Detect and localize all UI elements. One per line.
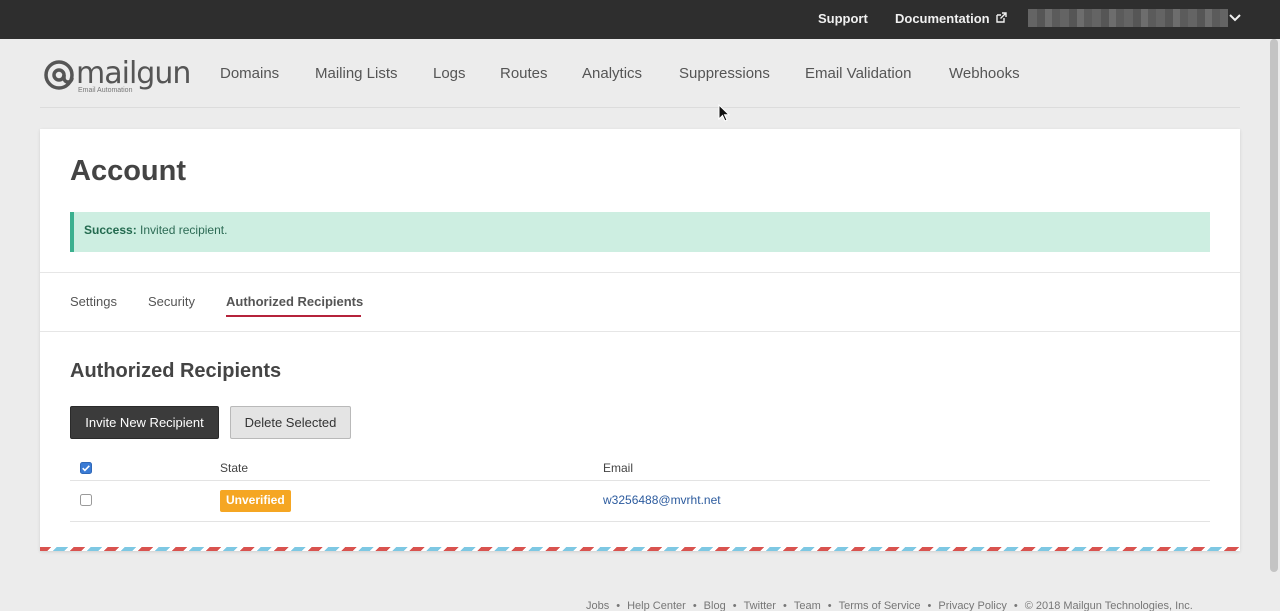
nav-suppressions[interactable]: Suppressions xyxy=(679,65,770,82)
table-row-divider xyxy=(70,521,1210,522)
table-header-divider xyxy=(70,480,1210,481)
section-title: Authorized Recipients xyxy=(70,360,282,382)
nav-routes[interactable]: Routes xyxy=(500,65,548,82)
success-alert: Success: Invited recipient. xyxy=(70,212,1210,252)
active-tab-underline xyxy=(226,315,361,317)
footer-link-team[interactable]: Team xyxy=(794,600,821,611)
nav-mailing-lists[interactable]: Mailing Lists xyxy=(315,65,398,82)
divider xyxy=(40,331,1240,332)
footer: Jobs • Help Center • Blog • Twitter • Team • Terms… xyxy=(586,600,1193,611)
documentation-link[interactable]: Documentation xyxy=(895,11,1007,26)
nav-webhooks[interactable]: Webhooks xyxy=(949,65,1020,82)
delete-selected-button[interactable]: Delete Selected xyxy=(230,406,351,439)
invite-new-recipient-button[interactable]: Invite New Recipient xyxy=(70,406,219,439)
tab-security[interactable]: Security xyxy=(148,294,195,309)
footer-link-help-center[interactable]: Help Center xyxy=(627,600,686,611)
account-card: Account Success: Invited recipient. Sett… xyxy=(40,129,1240,551)
footer-link-terms[interactable]: Terms of Service xyxy=(839,600,921,611)
logo-tagline: Email Automation xyxy=(78,87,133,94)
chevron-down-icon[interactable] xyxy=(1228,11,1242,25)
tab-settings[interactable]: Settings xyxy=(70,294,117,309)
nav-divider xyxy=(40,107,1240,108)
top-bar: Support Documentation xyxy=(0,0,1280,39)
nav-email-validation[interactable]: Email Validation xyxy=(805,65,911,82)
row-checkbox[interactable] xyxy=(80,494,92,506)
divider xyxy=(40,272,1240,273)
page-scrollbar[interactable] xyxy=(1270,39,1278,572)
column-header-email: Email xyxy=(603,461,634,475)
select-all-checkbox[interactable] xyxy=(80,462,92,474)
nav-analytics[interactable]: Analytics xyxy=(582,65,642,82)
footer-link-privacy[interactable]: Privacy Policy xyxy=(938,600,1006,611)
alert-message: Invited recipient. xyxy=(136,223,228,237)
at-sign-icon xyxy=(44,60,74,90)
account-name-redacted[interactable] xyxy=(1028,9,1228,27)
mouse-cursor-icon xyxy=(718,104,730,122)
footer-copyright: © 2018 Mailgun Technologies, Inc. xyxy=(1024,600,1193,611)
mailgun-logo[interactable]: mailgun Email Automation xyxy=(43,56,191,98)
footer-link-blog[interactable]: Blog xyxy=(704,600,726,611)
column-header-state: State xyxy=(220,461,249,475)
airmail-stripe xyxy=(40,547,1240,551)
recipient-email-link[interactable]: w3256488@mvrht.net xyxy=(603,493,721,507)
nav-logs[interactable]: Logs xyxy=(433,65,466,82)
page-title: Account xyxy=(70,155,186,187)
footer-link-jobs[interactable]: Jobs xyxy=(586,600,609,611)
logo-wordmark: mailgun xyxy=(76,56,191,91)
alert-label: Success: xyxy=(84,223,137,237)
external-link-icon xyxy=(996,12,1007,23)
status-badge: Unverified xyxy=(220,490,291,512)
nav-domains[interactable]: Domains xyxy=(220,65,279,82)
tab-authorized-recipients[interactable]: Authorized Recipients xyxy=(226,294,363,309)
documentation-label: Documentation xyxy=(895,11,990,26)
support-link[interactable]: Support xyxy=(818,11,868,26)
footer-link-twitter[interactable]: Twitter xyxy=(744,600,776,611)
